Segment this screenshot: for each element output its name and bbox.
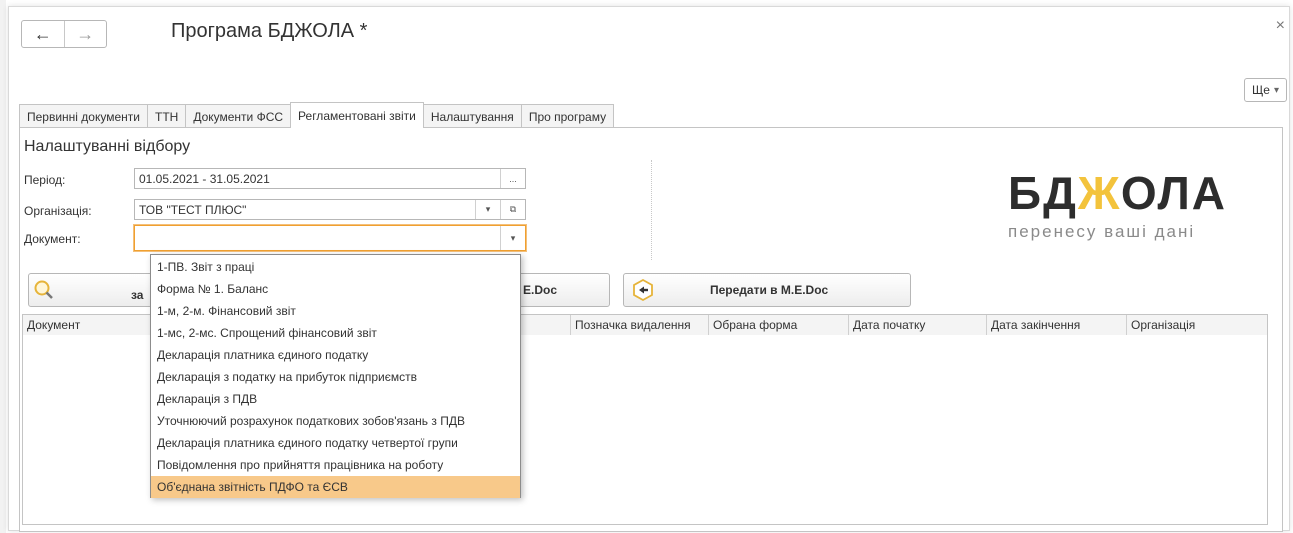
- dropdown-item[interactable]: Повідомлення про прийняття працівника на…: [151, 454, 520, 476]
- bdzhola-logo: БДЖОЛА перенесу ваші дані: [1008, 170, 1228, 242]
- period-select-button[interactable]: ...: [500, 169, 525, 188]
- period-label: Період:: [24, 173, 66, 187]
- tab-regulated-reports[interactable]: Регламентовані звіти: [290, 102, 424, 128]
- dropdown-item[interactable]: 1-ПВ. Звіт з праці: [151, 256, 520, 278]
- column-start-date[interactable]: Дата початку: [849, 315, 987, 335]
- column-end-date[interactable]: Дата закінчення: [987, 315, 1127, 335]
- organization-dropdown-icon[interactable]: ▾: [475, 200, 500, 219]
- column-deletion-mark[interactable]: Позначка видалення: [571, 315, 709, 335]
- background-strip: [0, 0, 6, 533]
- tab-primary-documents[interactable]: Первинні документи: [19, 104, 148, 128]
- logo-part-3: ОЛА: [1120, 167, 1227, 219]
- organization-label: Організація:: [24, 204, 92, 218]
- forward-button[interactable]: →: [64, 21, 106, 47]
- window-title: Програма БДЖОЛА *: [171, 20, 368, 42]
- dropdown-item[interactable]: Декларація з ПДВ: [151, 388, 520, 410]
- document-dropdown-list: 1-ПВ. Звіт з праці Форма № 1. Баланс 1-м…: [150, 254, 521, 498]
- chevron-down-icon: ▾: [1273, 84, 1279, 96]
- logo-part-2: Ж: [1077, 167, 1121, 219]
- more-button[interactable]: Ще ▾: [1244, 78, 1287, 102]
- dropdown-item[interactable]: Декларація платника єдиного податку четв…: [151, 432, 520, 454]
- back-arrow-icon: ←: [33, 23, 52, 44]
- dropdown-item[interactable]: Декларація з податку на прибуток підприє…: [151, 366, 520, 388]
- column-organization[interactable]: Організація: [1127, 315, 1267, 335]
- logo-wordmark: БДЖОЛА: [1008, 170, 1228, 216]
- document-dropdown-icon[interactable]: ▾: [500, 226, 525, 250]
- tab-ttn[interactable]: ТТН: [146, 104, 187, 128]
- document-label: Документ:: [24, 232, 81, 246]
- tab-about[interactable]: Про програму: [520, 104, 615, 128]
- dropdown-item[interactable]: Форма № 1. Баланс: [151, 278, 520, 300]
- forward-arrow-icon: →: [76, 23, 95, 44]
- filter-section-title: Налаштуванні відбору: [24, 138, 191, 155]
- tab-settings[interactable]: Налаштування: [422, 104, 522, 128]
- load-from-medoc-label: E.Doc: [522, 283, 557, 297]
- search-button-label: за: [131, 288, 144, 302]
- transfer-to-medoc-button[interactable]: Передати в M.E.Doc: [623, 273, 911, 307]
- organization-field[interactable]: ТОВ "ТЕСТ ПЛЮС" ▾ ⧉: [134, 199, 526, 220]
- close-icon[interactable]: ×: [1276, 17, 1285, 35]
- navigation-buttons: ← →: [21, 20, 107, 48]
- dropdown-item[interactable]: 1-м, 2-м. Фінансовий звіт: [151, 300, 520, 322]
- dropdown-item[interactable]: Декларація платника єдиного податку: [151, 344, 520, 366]
- magnifier-icon: [29, 279, 59, 301]
- dropdown-item-selected[interactable]: Об'єднана звітність ПДФО та ЄСВ: [151, 476, 520, 498]
- tab-fss-documents[interactable]: Документи ФСС: [185, 104, 292, 128]
- divider: [651, 160, 652, 260]
- period-value: 01.05.2021 - 31.05.2021: [139, 171, 270, 186]
- document-field[interactable]: ▾: [134, 225, 526, 251]
- column-selected-form[interactable]: Обрана форма: [709, 315, 849, 335]
- organization-value: ТОВ "ТЕСТ ПЛЮС": [139, 202, 247, 217]
- period-field[interactable]: 01.05.2021 - 31.05.2021 ...: [134, 168, 526, 189]
- tab-bar: Первинні документи ТТН Документи ФСС Рег…: [19, 102, 615, 128]
- dropdown-item[interactable]: Уточнюючий розрахунок податкових зобов'я…: [151, 410, 520, 432]
- logo-part-1: БД: [1008, 167, 1078, 219]
- logo-subtitle: перенесу ваші дані: [1008, 222, 1196, 241]
- hexagon-arrow-icon: [628, 278, 658, 302]
- organization-open-icon[interactable]: ⧉: [500, 200, 525, 219]
- transfer-button-label: Передати в M.E.Doc: [710, 283, 829, 297]
- more-button-label: Ще: [1252, 83, 1270, 97]
- dropdown-item[interactable]: 1-мс, 2-мс. Спрощений фінансовий звіт: [151, 322, 520, 344]
- back-button[interactable]: ←: [22, 21, 64, 47]
